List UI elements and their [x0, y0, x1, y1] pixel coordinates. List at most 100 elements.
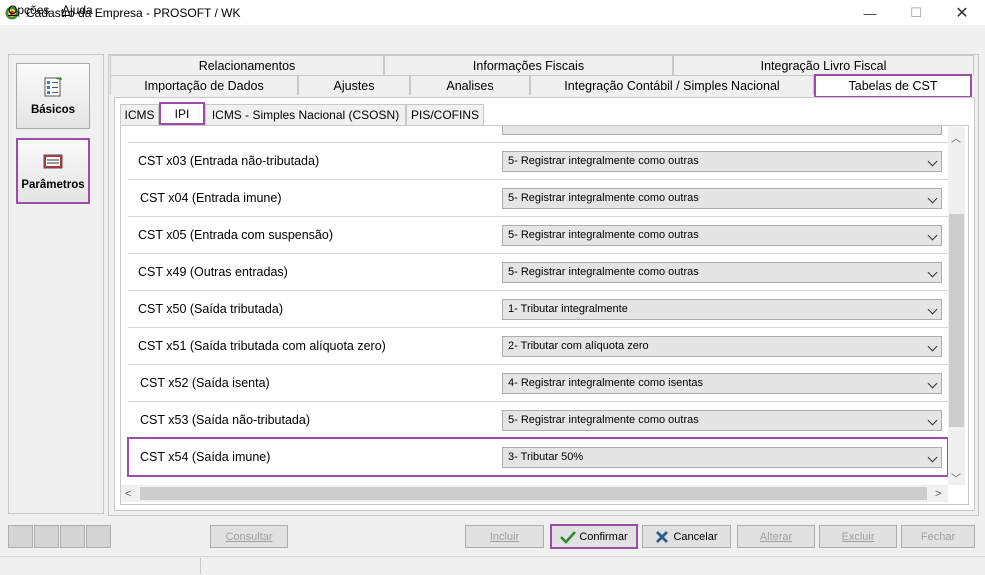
scroll-right-icon[interactable]: > — [935, 488, 941, 500]
button-label: Cancelar — [673, 530, 718, 543]
scroll-up-icon[interactable]: ︿ — [951, 130, 961, 145]
cst-option-value: 5- Registrar integralmente como outras — [508, 155, 699, 167]
incluir-button[interactable]: Incluir — [465, 525, 544, 548]
sidebar-item-parametros[interactable]: Parâmetros — [16, 138, 90, 204]
nav-first-button[interactable] — [8, 525, 33, 548]
minimize-button[interactable]: — — [847, 0, 893, 26]
subtab-pis-cofins[interactable]: PIS/COFINS — [406, 104, 484, 125]
nav-last-button[interactable] — [86, 525, 111, 548]
menu-opcoes-mnemonic: O — [8, 3, 18, 17]
sidebar-item-label: Parâmetros — [21, 179, 85, 191]
tab-analises[interactable]: Analises — [410, 75, 530, 95]
nav-prev-button[interactable] — [34, 525, 59, 548]
list-item: CST x53 (Saída não-tributada) 5- Registr… — [128, 402, 950, 439]
cst-label: CST x51 (Saída tributada com alíquota ze… — [138, 339, 386, 353]
window-title: Cadastro da Empresa - PROSOFT / WK — [26, 6, 241, 20]
tab-importacao-de-dados[interactable]: Importação de Dados — [110, 75, 298, 95]
button-label: Confirmar — [579, 530, 628, 543]
sidebar-item-basicos[interactable]: Básicos — [16, 63, 90, 129]
tab-informacoes-fiscais[interactable]: Informações Fiscais — [384, 55, 673, 75]
sidebar-item-label: Básicos — [30, 104, 76, 116]
button-label: Consultar — [225, 530, 273, 543]
cst-label: CST x49 (Outras entradas) — [138, 265, 288, 279]
chevron-down-icon — [927, 156, 938, 167]
cst-label: CST x04 (Entrada imune) — [140, 191, 282, 205]
cst-option-value: 5- Registrar integralmente como outras — [508, 414, 699, 426]
horizontal-scroll-thumb[interactable] — [140, 487, 927, 500]
cst-option-select[interactable]: 2- Tributar com alíquota zero — [502, 336, 942, 357]
consultar-button[interactable]: Consultar — [210, 525, 288, 548]
subtab-icms-simples-nacional[interactable]: ICMS - Simples Nacional (CSOSN) — [205, 104, 406, 125]
button-label: Fechar — [920, 530, 956, 543]
close-button[interactable]: ✕ — [939, 0, 985, 26]
tab-integracao-livro-fiscal[interactable]: Integração Livro Fiscal — [673, 55, 974, 75]
cst-label: CST x50 (Saída tributada) — [138, 302, 283, 316]
fechar-button[interactable]: Fechar — [901, 525, 975, 548]
list-item: CST x03 (Entrada não-tributada) 5- Regis… — [128, 143, 950, 180]
chevron-down-icon — [927, 267, 938, 278]
cst-option-select[interactable]: 5- Registrar integralmente como outras — [502, 262, 942, 283]
list-item-partial — [128, 126, 950, 143]
button-label: Excluir — [841, 530, 875, 543]
tab-integracao-contabil[interactable]: Integração Contábil / Simples Nacional — [530, 75, 814, 95]
tab-tabelas-de-cst[interactable]: Tabelas de CST — [814, 74, 972, 98]
cst-option-select[interactable]: 5- Registrar integralmente como outras — [502, 225, 942, 246]
chevron-down-icon — [927, 230, 938, 241]
cst-label: CST x05 (Entrada com suspensão) — [138, 228, 334, 242]
button-label: Incluir — [489, 530, 520, 543]
chevron-down-icon — [927, 378, 938, 389]
cancelar-button[interactable]: Cancelar — [642, 525, 731, 548]
list-item: CST x51 (Saída tributada com alíquota ze… — [128, 328, 950, 365]
cst-label: CST x53 (Saída não-tributada) — [140, 413, 311, 427]
list-item: CST x52 (Saída isenta) 4- Registrar inte… — [128, 365, 950, 402]
menu-ajuda-label: juda — [70, 3, 93, 17]
highlight-box — [127, 437, 949, 477]
subtab-ipi[interactable]: IPI — [159, 102, 205, 125]
cst-option-value: 4- Registrar integralmente como isentas — [508, 377, 704, 389]
vertical-scroll-thumb[interactable] — [949, 214, 964, 427]
maximize-button[interactable]: ☐ — [893, 0, 939, 26]
cst-option-value: 5- Registrar integralmente como outras — [508, 192, 699, 204]
cst-option-select[interactable]: 4- Registrar integralmente como isentas — [502, 373, 942, 394]
cst-option-select-partial[interactable] — [502, 126, 942, 135]
scroll-left-icon[interactable]: < — [125, 488, 131, 500]
cst-option-value: 2- Tributar com alíquota zero — [508, 340, 649, 352]
chevron-down-icon — [927, 193, 938, 204]
cst-label: CST x03 (Entrada não-tributada) — [138, 154, 320, 168]
excluir-button[interactable]: Excluir — [819, 525, 897, 548]
cst-option-value: 1- Tributar integralmente — [508, 303, 628, 315]
cst-option-select[interactable]: 5- Registrar integralmente como outras — [502, 188, 942, 209]
cancel-x-icon — [656, 530, 669, 543]
cst-option-select[interactable]: 5- Registrar integralmente como outras — [502, 151, 942, 172]
cst-option-select[interactable]: 1- Tributar integralmente — [502, 299, 942, 320]
cst-option-value: 5- Registrar integralmente como outras — [508, 229, 699, 241]
list-item: CST x04 (Entrada imune) 5- Registrar int… — [128, 180, 950, 217]
cst-option-select[interactable]: 5- Registrar integralmente como outras — [502, 410, 942, 431]
nav-next-button[interactable] — [60, 525, 85, 548]
menu-opcoes[interactable]: Opções — [8, 3, 49, 17]
parameters-icon — [43, 154, 63, 169]
status-bar — [0, 556, 985, 575]
alterar-button[interactable]: Alterar — [737, 525, 815, 548]
chevron-down-icon — [927, 304, 938, 315]
scroll-down-icon[interactable]: ﹀ — [951, 470, 961, 485]
checklist-icon — [44, 77, 62, 97]
chevron-down-icon — [927, 415, 938, 426]
list-item: CST x50 (Saída tributada) 1- Tributar in… — [128, 291, 950, 328]
subtab-icms[interactable]: ICMS — [120, 104, 159, 125]
menu-opcoes-label: pções — [17, 3, 50, 17]
menu-ajuda-mnemonic: A — [62, 3, 71, 17]
cst-label: CST x52 (Saída isenta) — [140, 376, 270, 390]
cst-option-value: 5- Registrar integralmente como outras — [508, 266, 699, 278]
status-divider — [200, 558, 201, 574]
menu-bar — [0, 26, 985, 46]
tab-ajustes[interactable]: Ajustes — [298, 75, 410, 95]
list-item: CST x05 (Entrada com suspensão) 5- Regis… — [128, 217, 950, 254]
chevron-down-icon — [927, 341, 938, 352]
confirmar-button[interactable]: Confirmar — [550, 524, 638, 549]
menu-ajuda[interactable]: Ajuda — [62, 3, 93, 17]
button-label: Alterar — [759, 530, 793, 543]
list-item: CST x49 (Outras entradas) 5- Registrar i… — [128, 254, 950, 291]
checkmark-icon — [560, 530, 577, 544]
tab-relacionamentos[interactable]: Relacionamentos — [110, 55, 384, 75]
